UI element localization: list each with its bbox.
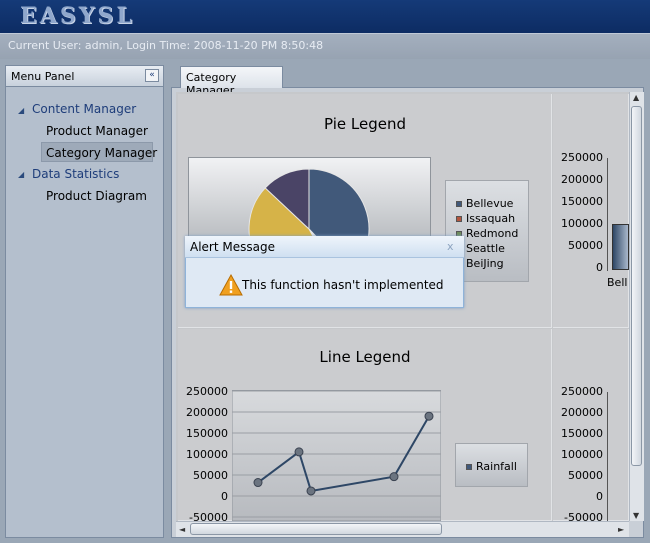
y-tick-label: -50000: [189, 511, 228, 521]
menu-item-product-manager[interactable]: Product Manager: [46, 124, 148, 138]
y-tick-label: 50000: [568, 239, 603, 252]
y-tick-label: 150000: [561, 195, 603, 208]
y-tick-label: 250000: [186, 385, 228, 398]
legend-item-rainfall: Rainfall: [466, 460, 517, 473]
y-tick-label: 150000: [561, 427, 603, 440]
data-point: [424, 411, 434, 421]
app-logo: EASYSL: [20, 3, 135, 29]
warning-icon: [219, 274, 243, 296]
menu-panel-title: Menu Panel: [11, 70, 75, 83]
scroll-left-icon[interactable]: ◄: [179, 525, 185, 534]
legend-label: Seattle: [466, 242, 505, 255]
legend-item-redmond: Redmond: [456, 227, 518, 240]
pie-chart-title: Pie Legend: [324, 115, 406, 133]
bar-category-label: Bell: [607, 276, 628, 289]
y-tick-label: 200000: [186, 406, 228, 419]
bar-bellevue: [612, 224, 629, 270]
scroll-down-icon[interactable]: ▼: [633, 511, 639, 520]
legend-swatch: [466, 464, 472, 470]
tab-category-manager[interactable]: Category Manager: [180, 66, 283, 97]
legend-label: Issaquah: [466, 212, 516, 225]
y-tick-label: 100000: [561, 217, 603, 230]
pie-chart: [248, 168, 370, 237]
legend-swatch: [456, 201, 462, 207]
collapse-icon[interactable]: «: [145, 69, 159, 82]
data-point: [294, 447, 304, 457]
vertical-scroll-thumb[interactable]: [631, 106, 642, 466]
y-tick-label: 100000: [186, 448, 228, 461]
bar-y-axis-line: [607, 158, 608, 271]
legend-label: Rainfall: [476, 460, 517, 473]
pie-slice-bellevue: [308, 168, 370, 237]
legend-label: Bellevue: [466, 197, 514, 210]
menu-group-content-manager[interactable]: Content Manager: [32, 102, 136, 116]
y-tick-label: 50000: [193, 469, 228, 482]
y-tick-label: 0: [221, 490, 228, 503]
expand-triangle-icon[interactable]: ◢: [18, 106, 24, 115]
legend-label: BeiJing: [466, 257, 504, 270]
data-point: [253, 478, 263, 488]
y-tick-label: 0: [596, 490, 603, 503]
line-y-axis: 250000 200000 150000 100000 50000 0 -500…: [178, 385, 230, 521]
alert-title: Alert Message: [190, 240, 275, 254]
y-tick-label: 200000: [561, 173, 603, 186]
data-point: [389, 472, 399, 482]
y-tick-label: 100000: [561, 448, 603, 461]
y-tick-label: 250000: [561, 151, 603, 164]
legend-item-issaquah: Issaquah: [456, 212, 515, 225]
data-point: [306, 486, 316, 496]
line-chart-title: Line Legend: [319, 348, 411, 366]
line-plot-area: [232, 390, 441, 521]
y-tick-label: 50000: [568, 469, 603, 482]
y-tick-label: 150000: [186, 427, 228, 440]
legend-swatch: [456, 216, 462, 222]
y-tick-label: 250000: [561, 385, 603, 398]
y-tick-label: 0: [596, 261, 603, 274]
line-right-axis: 250000 200000 150000 100000 50000 0 -500…: [553, 385, 629, 521]
menu-group-data-statistics[interactable]: Data Statistics: [32, 167, 119, 181]
scroll-right-icon[interactable]: ►: [618, 525, 624, 534]
alert-message: This function hasn't implemented: [242, 278, 444, 292]
horizontal-scroll-thumb[interactable]: [190, 523, 442, 535]
expand-triangle-icon[interactable]: ◢: [18, 170, 24, 179]
user-info: Current User: admin, Login Time: 2008-11…: [8, 39, 324, 52]
menu-item-category-manager[interactable]: Category Manager: [46, 146, 157, 160]
close-icon[interactable]: x: [447, 240, 454, 253]
scroll-up-icon[interactable]: ▲: [633, 93, 639, 102]
line-chart: [232, 390, 441, 521]
y-tick-label: 200000: [561, 406, 603, 419]
legend-label: Redmond: [466, 227, 519, 240]
menu-item-product-diagram[interactable]: Product Diagram: [46, 189, 147, 203]
line-right-axis-line: [607, 392, 608, 521]
y-tick-label: -50000: [564, 511, 603, 521]
legend-item-bellevue: Bellevue: [456, 197, 513, 210]
line-legend: Rainfall: [455, 443, 528, 487]
